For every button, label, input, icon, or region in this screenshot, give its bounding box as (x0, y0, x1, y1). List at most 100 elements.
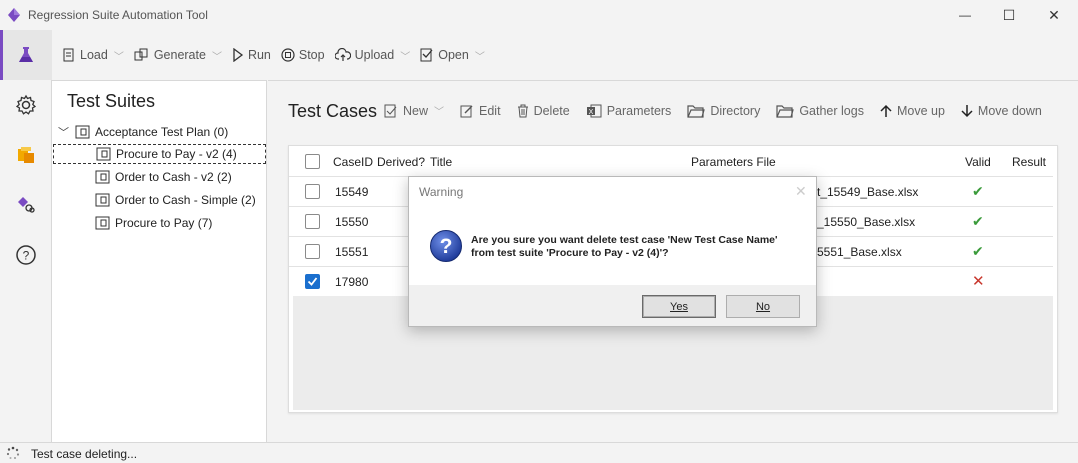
trash-icon (517, 104, 528, 117)
nav-link[interactable] (0, 180, 52, 230)
column-result[interactable]: Result (1012, 155, 1046, 169)
valid-check-icon: ✔ (972, 183, 984, 199)
nav-logo[interactable] (0, 130, 52, 180)
tree-item-label: Procure to Pay - v2 (4) (116, 147, 237, 161)
nav-settings[interactable] (0, 80, 52, 130)
valid-check-icon: ✔ (972, 213, 984, 229)
tree-item-procure-to-pay[interactable]: Procure to Pay (7) (95, 213, 212, 233)
maximize-button[interactable]: ☐ (986, 0, 1032, 30)
upload-label: Upload (354, 48, 395, 62)
no-button[interactable]: No (726, 295, 800, 318)
test-suites-panel: Test Suites ﹀ Acceptance Test Plan (0) P… (52, 80, 267, 442)
dialog-title: Warning (419, 185, 464, 199)
question-icon: ? (430, 230, 462, 262)
row-parameters-file: _15550_Base.xlsx (817, 215, 916, 229)
row-checkbox[interactable] (305, 244, 320, 259)
directory-button[interactable]: Directory (687, 104, 760, 118)
tree-item-procure-to-pay-v2[interactable]: Procure to Pay - v2 (4) (53, 144, 266, 164)
chevron-down-icon[interactable]: ﹀ (58, 124, 69, 140)
minimize-button[interactable]: — (942, 0, 988, 30)
checkmark-icon (307, 277, 318, 286)
row-checkbox[interactable] (305, 274, 320, 289)
tree-item-order-to-cash-simple[interactable]: Order to Cash - Simple (2) (95, 190, 256, 210)
dialog-close-icon[interactable]: ✕ (795, 183, 807, 200)
test-suite-icon (96, 147, 111, 161)
tree-item-order-to-cash-v2[interactable]: Order to Cash - v2 (2) (95, 167, 232, 187)
parameters-label: Parameters (606, 103, 672, 118)
stop-button[interactable]: Stop (281, 48, 325, 62)
new-icon (384, 104, 397, 117)
new-button[interactable]: New ﹀ (384, 103, 444, 118)
nav-test-flask[interactable] (0, 30, 52, 80)
dialog-body: ? Are you sure you want delete test case… (409, 207, 816, 285)
gather-logs-button[interactable]: Gather logs (776, 104, 864, 118)
row-caseid: 17980 (335, 275, 369, 289)
link-diamond-icon (18, 197, 35, 213)
row-checkbox[interactable] (305, 214, 320, 229)
edit-icon (460, 105, 473, 117)
generate-button[interactable]: Generate ﹀ (134, 48, 222, 63)
upload-button[interactable]: Upload ﹀ (334, 48, 411, 63)
move-down-button[interactable]: Move down (961, 104, 1042, 118)
run-label: Run (247, 48, 271, 62)
folder-open-icon (776, 104, 795, 118)
column-caseid[interactable]: CaseID (333, 155, 373, 169)
svg-text:?: ? (440, 235, 453, 258)
new-label: New (403, 103, 429, 118)
test-plan-icon (75, 125, 90, 139)
load-icon (63, 48, 74, 62)
test-cases-title: Test Cases (288, 101, 378, 121)
delete-button[interactable]: Delete (517, 104, 570, 118)
chevron-down-icon: ﹀ (211, 51, 222, 63)
stack-icon (18, 147, 34, 163)
tree-item-label: Acceptance Test Plan (0) (95, 125, 229, 139)
test-suite-icon (95, 170, 110, 184)
maximize-icon: ☐ (1002, 6, 1016, 23)
load-label: Load (80, 48, 108, 62)
move-up-button[interactable]: Move up (880, 104, 945, 118)
select-all-checkbox[interactable] (305, 154, 320, 169)
load-button[interactable]: Load ﹀ (62, 48, 124, 63)
title-bar: Regression Suite Automation Tool — ☐ ✕ (0, 0, 1078, 30)
stop-label: Stop (298, 48, 325, 62)
svg-text:?: ? (23, 249, 30, 263)
row-caseid: 15549 (335, 185, 369, 199)
dialog-message-line-1: Are you sure you want delete test case '… (471, 234, 778, 246)
close-button[interactable]: ✕ (1031, 0, 1077, 30)
valid-check-icon: ✔ (972, 243, 984, 259)
test-suite-icon (95, 216, 110, 230)
dialog-message: Are you sure you want delete test case '… (471, 234, 778, 260)
app-logo-icon (8, 8, 20, 22)
row-checkbox[interactable] (305, 184, 320, 199)
generate-icon (134, 48, 148, 61)
warning-dialog: Warning ✕ ? Are you sure you want delete… (408, 176, 817, 327)
tree-item-acceptance-test-plan[interactable]: ﹀ Acceptance Test Plan (0) (58, 122, 228, 142)
left-nav: ? (0, 30, 52, 442)
grid-header: CaseID Derived? Title Parameters File Va… (289, 146, 1057, 176)
open-label: Open (438, 48, 469, 62)
chevron-down-icon: ﹀ (400, 51, 411, 63)
cloud-upload-icon (334, 48, 351, 61)
column-valid[interactable]: Valid (965, 155, 991, 169)
row-parameters-file: 5551_Base.xlsx (817, 245, 902, 259)
spinner-icon (6, 446, 20, 459)
run-button[interactable]: Run (232, 48, 271, 62)
edit-button[interactable]: Edit (460, 104, 501, 118)
dialog-title-bar: Warning ✕ (409, 177, 816, 207)
folder-icon (687, 104, 706, 118)
generate-label: Generate (153, 48, 206, 62)
minimize-icon: — (959, 8, 971, 22)
move-up-label: Move up (896, 103, 945, 118)
open-button[interactable]: Open ﹀ (420, 48, 485, 63)
chevron-down-icon: ﹀ (113, 51, 124, 63)
nav-help[interactable]: ? (0, 230, 52, 280)
column-parameters-file[interactable]: Parameters File (691, 155, 776, 169)
parameters-button[interactable]: X Parameters (586, 103, 672, 118)
status-bar: Test case deleting... (0, 442, 1078, 463)
yes-button[interactable]: Yes (642, 295, 716, 318)
column-title[interactable]: Title (430, 155, 452, 169)
dialog-message-line-2: from test suite 'Procure to Pay - v2 (4)… (471, 247, 669, 259)
row-parameters-file: t_15549_Base.xlsx (817, 185, 919, 199)
column-derived[interactable]: Derived? (377, 155, 425, 169)
arrow-up-icon (880, 104, 892, 117)
